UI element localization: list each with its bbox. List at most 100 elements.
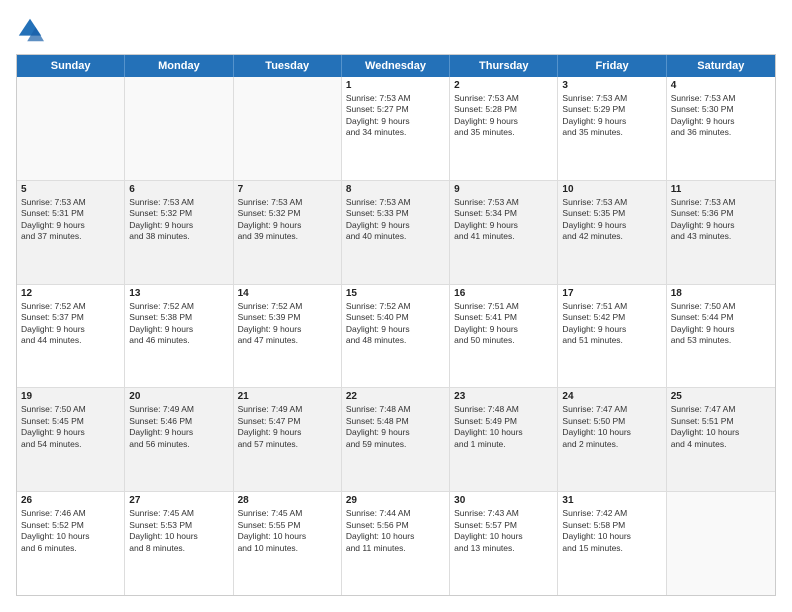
calendar-cell: 24 Sunrise: 7:47 AM Sunset: 5:50 PM Dayli… xyxy=(558,388,666,491)
day-number: 12 xyxy=(21,288,120,299)
header-day-saturday: Saturday xyxy=(667,55,775,77)
calendar-cell: 5 Sunrise: 7:53 AM Sunset: 5:31 PM Daylig… xyxy=(17,181,125,284)
day-number: 5 xyxy=(21,184,120,195)
day-info: Sunrise: 7:53 AM Sunset: 5:27 PM Dayligh… xyxy=(346,93,445,139)
day-number: 28 xyxy=(238,495,337,506)
calendar-cell: 11 Sunrise: 7:53 AM Sunset: 5:36 PM Dayli… xyxy=(667,181,775,284)
day-info: Sunrise: 7:49 AM Sunset: 5:47 PM Dayligh… xyxy=(238,404,337,450)
calendar-cell: 7Sunrise: 7:53 AM Sunset: 5:32 PM Daylig… xyxy=(234,181,342,284)
calendar-cell: 9 Sunrise: 7:53 AM Sunset: 5:34 PM Daylig… xyxy=(450,181,558,284)
day-info: Sunrise: 7:45 AM Sunset: 5:53 PM Dayligh… xyxy=(129,508,228,554)
day-info: Sunrise: 7:48 AM Sunset: 5:49 PM Dayligh… xyxy=(454,404,553,450)
calendar-cell: 4 Sunrise: 7:53 AM Sunset: 5:30 PM Daylig… xyxy=(667,77,775,180)
day-number: 23 xyxy=(454,391,553,402)
day-info: Sunrise: 7:52 AM Sunset: 5:37 PM Dayligh… xyxy=(21,301,120,347)
day-number: 22 xyxy=(346,391,445,402)
day-number: 13 xyxy=(129,288,228,299)
day-info: Sunrise: 7:53 AM Sunset: 5:31 PM Dayligh… xyxy=(21,197,120,243)
calendar-cell: 16 Sunrise: 7:51 AM Sunset: 5:41 PM Dayli… xyxy=(450,285,558,388)
day-info: Sunrise: 7:53 AM Sunset: 5:34 PM Dayligh… xyxy=(454,197,553,243)
header-day-monday: Monday xyxy=(125,55,233,77)
day-info: Sunrise: 7:53 AM Sunset: 5:30 PM Dayligh… xyxy=(671,93,771,139)
calendar-cell xyxy=(125,77,233,180)
calendar-cell: 26 Sunrise: 7:46 AM Sunset: 5:52 PM Dayli… xyxy=(17,492,125,595)
calendar-header: SundayMondayTuesdayWednesdayThursdayFrid… xyxy=(17,55,775,77)
calendar-cell: 25Sunrise: 7:47 AM Sunset: 5:51 PM Dayli… xyxy=(667,388,775,491)
calendar-cell: 20 Sunrise: 7:49 AM Sunset: 5:46 PM Dayli… xyxy=(125,388,233,491)
day-number: 31 xyxy=(562,495,661,506)
page: SundayMondayTuesdayWednesdayThursdayFrid… xyxy=(0,0,792,612)
calendar-cell: 29Sunrise: 7:44 AM Sunset: 5:56 PM Dayli… xyxy=(342,492,450,595)
day-number: 11 xyxy=(671,184,771,195)
calendar-cell: 18 Sunrise: 7:50 AM Sunset: 5:44 PM Dayli… xyxy=(667,285,775,388)
day-number: 1 xyxy=(346,80,445,91)
day-info: Sunrise: 7:52 AM Sunset: 5:39 PM Dayligh… xyxy=(238,301,337,347)
calendar-cell: 14Sunrise: 7:52 AM Sunset: 5:39 PM Dayli… xyxy=(234,285,342,388)
day-number: 18 xyxy=(671,288,771,299)
header-day-sunday: Sunday xyxy=(17,55,125,77)
day-number: 19 xyxy=(21,391,120,402)
day-info: Sunrise: 7:53 AM Sunset: 5:35 PM Dayligh… xyxy=(562,197,661,243)
day-info: Sunrise: 7:51 AM Sunset: 5:42 PM Dayligh… xyxy=(562,301,661,347)
calendar-cell xyxy=(17,77,125,180)
day-info: Sunrise: 7:53 AM Sunset: 5:32 PM Dayligh… xyxy=(238,197,337,243)
calendar: SundayMondayTuesdayWednesdayThursdayFrid… xyxy=(16,54,776,596)
day-number: 20 xyxy=(129,391,228,402)
calendar-cell: 8 Sunrise: 7:53 AM Sunset: 5:33 PM Daylig… xyxy=(342,181,450,284)
calendar-cell: 30Sunrise: 7:43 AM Sunset: 5:57 PM Dayli… xyxy=(450,492,558,595)
calendar-cell: 13 Sunrise: 7:52 AM Sunset: 5:38 PM Dayli… xyxy=(125,285,233,388)
header-day-thursday: Thursday xyxy=(450,55,558,77)
day-info: Sunrise: 7:43 AM Sunset: 5:57 PM Dayligh… xyxy=(454,508,553,554)
day-info: Sunrise: 7:49 AM Sunset: 5:46 PM Dayligh… xyxy=(129,404,228,450)
calendar-cell: 27Sunrise: 7:45 AM Sunset: 5:53 PM Dayli… xyxy=(125,492,233,595)
day-number: 9 xyxy=(454,184,553,195)
day-info: Sunrise: 7:53 AM Sunset: 5:33 PM Dayligh… xyxy=(346,197,445,243)
calendar-week-1: 1 Sunrise: 7:53 AM Sunset: 5:27 PM Daylig… xyxy=(17,77,775,181)
day-number: 17 xyxy=(562,288,661,299)
day-info: Sunrise: 7:50 AM Sunset: 5:45 PM Dayligh… xyxy=(21,404,120,450)
day-number: 2 xyxy=(454,80,553,91)
day-info: Sunrise: 7:53 AM Sunset: 5:29 PM Dayligh… xyxy=(562,93,661,139)
calendar-cell: 3 Sunrise: 7:53 AM Sunset: 5:29 PM Daylig… xyxy=(558,77,666,180)
logo xyxy=(16,16,48,44)
day-info: Sunrise: 7:48 AM Sunset: 5:48 PM Dayligh… xyxy=(346,404,445,450)
logo-icon xyxy=(16,16,44,44)
day-info: Sunrise: 7:47 AM Sunset: 5:50 PM Dayligh… xyxy=(562,404,661,450)
day-number: 8 xyxy=(346,184,445,195)
day-number: 3 xyxy=(562,80,661,91)
calendar-week-2: 5 Sunrise: 7:53 AM Sunset: 5:31 PM Daylig… xyxy=(17,181,775,285)
day-number: 15 xyxy=(346,288,445,299)
day-info: Sunrise: 7:53 AM Sunset: 5:28 PM Dayligh… xyxy=(454,93,553,139)
day-number: 24 xyxy=(562,391,661,402)
header-day-wednesday: Wednesday xyxy=(342,55,450,77)
header-day-tuesday: Tuesday xyxy=(234,55,342,77)
calendar-week-3: 12 Sunrise: 7:52 AM Sunset: 5:37 PM Dayli… xyxy=(17,285,775,389)
day-info: Sunrise: 7:46 AM Sunset: 5:52 PM Dayligh… xyxy=(21,508,120,554)
calendar-cell: 12 Sunrise: 7:52 AM Sunset: 5:37 PM Dayli… xyxy=(17,285,125,388)
calendar-cell: 19 Sunrise: 7:50 AM Sunset: 5:45 PM Dayli… xyxy=(17,388,125,491)
day-number: 4 xyxy=(671,80,771,91)
day-number: 25 xyxy=(671,391,771,402)
day-number: 26 xyxy=(21,495,120,506)
calendar-cell xyxy=(234,77,342,180)
day-info: Sunrise: 7:52 AM Sunset: 5:40 PM Dayligh… xyxy=(346,301,445,347)
calendar-cell: 2 Sunrise: 7:53 AM Sunset: 5:28 PM Daylig… xyxy=(450,77,558,180)
day-number: 10 xyxy=(562,184,661,195)
calendar-cell: 21 Sunrise: 7:49 AM Sunset: 5:47 PM Dayli… xyxy=(234,388,342,491)
day-info: Sunrise: 7:45 AM Sunset: 5:55 PM Dayligh… xyxy=(238,508,337,554)
calendar-body: 1 Sunrise: 7:53 AM Sunset: 5:27 PM Daylig… xyxy=(17,77,775,595)
calendar-cell: 10 Sunrise: 7:53 AM Sunset: 5:35 PM Dayli… xyxy=(558,181,666,284)
day-number: 21 xyxy=(238,391,337,402)
header xyxy=(16,16,776,44)
day-number: 6 xyxy=(129,184,228,195)
day-info: Sunrise: 7:52 AM Sunset: 5:38 PM Dayligh… xyxy=(129,301,228,347)
calendar-cell: 22 Sunrise: 7:48 AM Sunset: 5:48 PM Dayli… xyxy=(342,388,450,491)
header-day-friday: Friday xyxy=(558,55,666,77)
day-info: Sunrise: 7:50 AM Sunset: 5:44 PM Dayligh… xyxy=(671,301,771,347)
calendar-cell: 6Sunrise: 7:53 AM Sunset: 5:32 PM Daylig… xyxy=(125,181,233,284)
day-info: Sunrise: 7:53 AM Sunset: 5:36 PM Dayligh… xyxy=(671,197,771,243)
day-info: Sunrise: 7:51 AM Sunset: 5:41 PM Dayligh… xyxy=(454,301,553,347)
day-number: 16 xyxy=(454,288,553,299)
calendar-cell: 23 Sunrise: 7:48 AM Sunset: 5:49 PM Dayli… xyxy=(450,388,558,491)
day-number: 29 xyxy=(346,495,445,506)
